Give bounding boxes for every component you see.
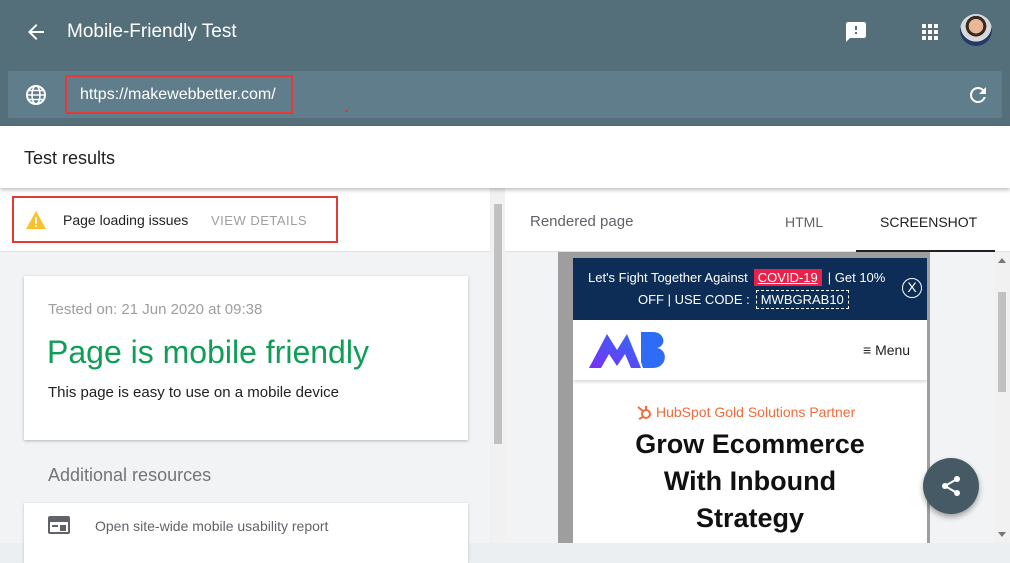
covid-badge: COVID-19: [753, 269, 822, 286]
issues-bar: Page loading issues VIEW DETAILS: [0, 188, 490, 252]
apps-grid-icon[interactable]: [918, 20, 942, 44]
promo-text: Let's Fight Together Against: [588, 270, 748, 285]
promo-banner: Let's Fight Together Against COVID-19 | Ge…: [573, 258, 927, 320]
tab-html[interactable]: HTML: [785, 214, 823, 230]
headline-line: With Inbound: [663, 466, 837, 496]
results-header: Test results: [0, 126, 1010, 188]
url-value: https://makewebbetter.com/: [80, 86, 276, 103]
issues-highlight: Page loading issues VIEW DETAILS: [12, 196, 338, 243]
rendered-page-label: Rendered page: [530, 213, 634, 230]
results-pane: Page loading issues VIEW DETAILS Tested …: [0, 188, 490, 563]
close-icon: X: [902, 278, 922, 298]
phone-frame: Let's Fight Together Against COVID-19 | Ge…: [558, 252, 930, 543]
result-card: Tested on: 21 Jun 2020 at 09:38 Page is …: [24, 276, 468, 440]
report-icon: [48, 516, 70, 534]
left-scrollbar[interactable]: [491, 188, 505, 543]
hubspot-partner: HubSpot Gold Solutions Partner: [636, 404, 855, 420]
menu-label: Menu: [875, 342, 911, 358]
promo-code: MWBGRAB10: [755, 290, 849, 309]
headline-line: Grow Ecommerce: [635, 429, 865, 459]
scroll-down-icon[interactable]: [998, 532, 1006, 537]
site-headline: Grow Ecommerce With Inbound Strategy: [573, 426, 927, 537]
headline-line: Strategy: [695, 503, 805, 533]
right-scrollbar-thumb[interactable]: [998, 292, 1006, 392]
warning-icon: [26, 210, 46, 230]
right-scrollbar[interactable]: [994, 252, 1010, 543]
left-scrollbar-thumb[interactable]: [494, 204, 502, 444]
rendered-screenshot: Let's Fight Together Against COVID-19 | Ge…: [573, 258, 927, 543]
tab-screenshot[interactable]: SCREENSHOT: [856, 188, 995, 252]
results-title: Test results: [24, 148, 116, 168]
promo-line-2: OFF | USE CODE : MWBGRAB10: [638, 290, 849, 309]
url-bar: https://makewebbetter.com/: [8, 71, 1002, 118]
view-details-button[interactable]: VIEW DETAILS: [211, 213, 307, 228]
arrow-back-icon[interactable]: [24, 20, 48, 44]
tab-screenshot-label: SCREENSHOT: [880, 214, 978, 230]
hubspot-icon: [637, 406, 651, 420]
promo-line-1: Let's Fight Together Against COVID-19 | Ge…: [588, 269, 886, 286]
avatar[interactable]: [960, 14, 992, 46]
promo-code-label: OFF | USE CODE :: [638, 292, 750, 307]
promo-offer: | Get 10%: [827, 270, 886, 285]
app-title: Mobile-Friendly Test: [67, 21, 237, 42]
scroll-up-icon[interactable]: [998, 258, 1006, 263]
resources-title: Additional resources: [48, 465, 212, 485]
verdict-title: Page is mobile friendly: [47, 334, 369, 370]
preview-tabs: Rendered page HTML SCREENSHOT: [505, 188, 1010, 252]
globe-icon: [26, 85, 46, 105]
verdict-subtitle: This page is easy to use on a mobile dev…: [48, 384, 339, 401]
app-header: Mobile-Friendly Test https://makewebbett…: [0, 0, 1010, 126]
stray-mark: [345, 110, 348, 112]
share-button[interactable]: [923, 458, 979, 514]
url-input[interactable]: https://makewebbetter.com/: [65, 75, 293, 114]
site-menu-button: ≡ Menu: [863, 342, 910, 358]
resource-item[interactable]: Open site-wide mobile usability report: [24, 503, 468, 563]
issues-label: Page loading issues: [63, 212, 189, 228]
site-nav: ≡ Menu: [573, 320, 927, 380]
menu-icon: ≡: [863, 342, 872, 358]
site-logo: [589, 332, 665, 368]
partner-label: HubSpot Gold Solutions Partner: [656, 404, 856, 420]
tested-on: Tested on: 21 Jun 2020 at 09:38: [48, 301, 263, 318]
share-icon: [942, 476, 960, 496]
reload-icon[interactable]: [966, 83, 990, 107]
resource-item-label: Open site-wide mobile usability report: [95, 518, 329, 534]
feedback-icon[interactable]: [844, 20, 868, 44]
